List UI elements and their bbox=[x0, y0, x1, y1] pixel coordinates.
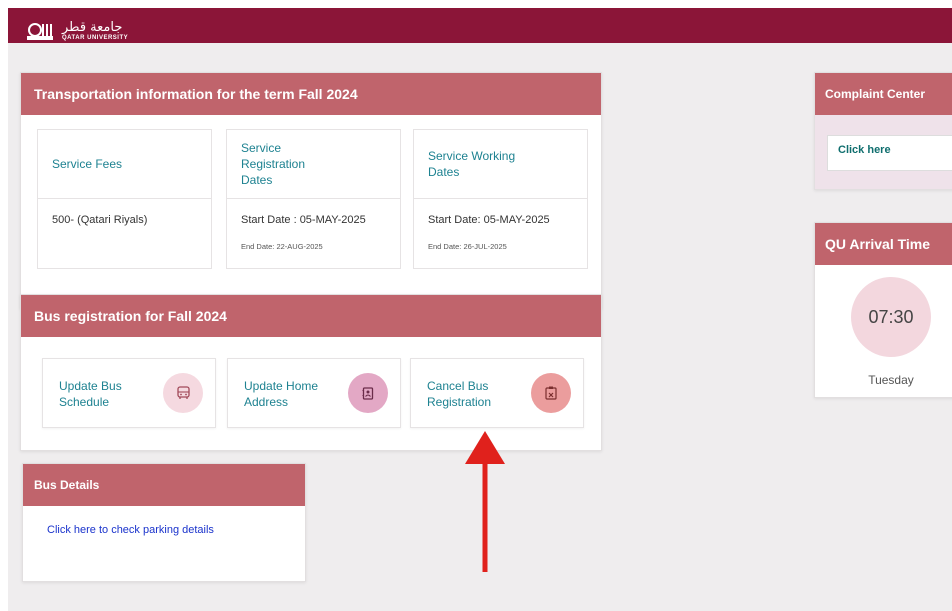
complaint-center-title: Complaint Center bbox=[815, 73, 952, 115]
update-bus-schedule-button[interactable]: Update Bus Schedule bbox=[42, 358, 216, 428]
registration-start-date: Start Date : 05-MAY-2025 bbox=[241, 214, 366, 226]
top-bar: جامعة قطر QATAR UNIVERSITY bbox=[8, 8, 952, 43]
service-fees-title: Service Fees bbox=[38, 130, 211, 199]
bus-registration-title: Bus registration for Fall 2024 bbox=[21, 295, 601, 337]
clipboard-cancel-icon bbox=[531, 373, 571, 413]
arrival-time-value: 07:30 bbox=[851, 277, 931, 357]
cancel-bus-registration-button[interactable]: Cancel Bus Registration bbox=[410, 358, 584, 428]
working-start-date: Start Date: 05-MAY-2025 bbox=[428, 214, 550, 226]
service-fees-box: Service Fees 500- (Qatari Riyals) bbox=[37, 129, 212, 269]
arrival-time-card: QU Arrival Time 07:30 Tuesday bbox=[814, 222, 952, 398]
cancel-bus-registration-label: Cancel Bus Registration bbox=[427, 379, 492, 409]
logo-arabic-text: جامعة قطر bbox=[62, 20, 123, 35]
registration-end-date: End Date: 22-AUG-2025 bbox=[241, 242, 323, 251]
bus-registration-card: Bus registration for Fall 2024 Update Bu… bbox=[20, 294, 602, 451]
qatar-university-logo[interactable]: جامعة قطر QATAR UNIVERSITY bbox=[27, 16, 128, 46]
complaint-center-card: Complaint Center Click here bbox=[814, 72, 952, 190]
working-end-date: End Date: 26-JUL-2025 bbox=[428, 242, 507, 251]
registration-dates-box: Service Registration Dates Start Date : … bbox=[226, 129, 401, 269]
transport-info-title: Transportation information for the term … bbox=[21, 73, 601, 115]
update-home-address-label: Update Home Address bbox=[244, 379, 319, 409]
working-dates-box: Service Working Dates Start Date: 05-MAY… bbox=[413, 129, 588, 269]
arrival-time-title: QU Arrival Time bbox=[815, 223, 952, 265]
bus-details-card: Bus Details Click here to check parking … bbox=[22, 463, 306, 582]
address-book-icon bbox=[348, 373, 388, 413]
update-bus-schedule-label: Update Bus Schedule bbox=[59, 379, 122, 409]
service-fees-value: 500- (Qatari Riyals) bbox=[52, 214, 148, 226]
complaint-click-here-link[interactable]: Click here bbox=[827, 135, 952, 171]
logo-latin-text: QATAR UNIVERSITY bbox=[62, 35, 129, 41]
transport-info-card: Transportation information for the term … bbox=[20, 72, 602, 309]
bus-details-title: Bus Details bbox=[23, 464, 305, 506]
update-home-address-button[interactable]: Update Home Address bbox=[227, 358, 401, 428]
arrival-day: Tuesday bbox=[868, 373, 914, 387]
annotation-arrow-icon bbox=[465, 431, 505, 572]
bus-icon bbox=[163, 373, 203, 413]
university-emblem-icon bbox=[27, 23, 53, 40]
registration-dates-title: Service Registration Dates bbox=[227, 130, 400, 199]
working-dates-title: Service Working Dates bbox=[414, 130, 587, 199]
parking-details-link[interactable]: Click here to check parking details bbox=[47, 524, 214, 536]
